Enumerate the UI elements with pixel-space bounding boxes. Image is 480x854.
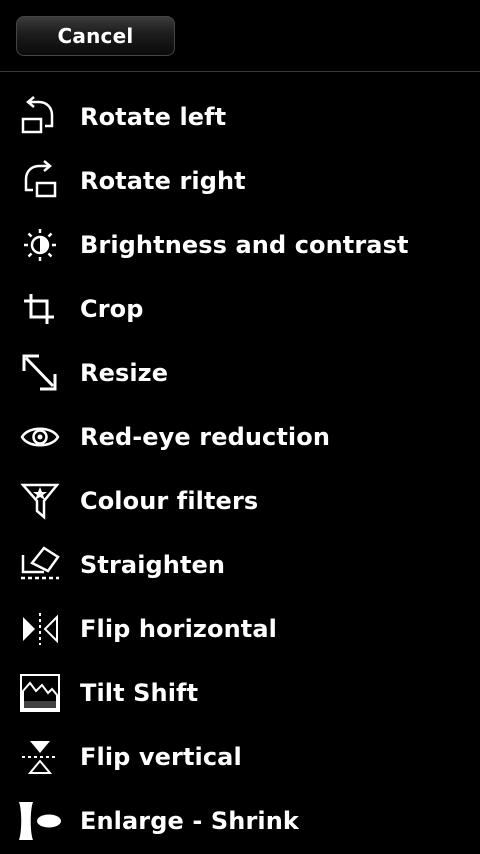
eye-icon [18,417,62,457]
cancel-button[interactable]: Cancel [16,16,175,56]
menu-item-label: Rotate right [80,167,246,195]
menu-item-flip-vertical[interactable]: Flip vertical [0,725,480,789]
straighten-icon [18,545,62,585]
menu-item-resize[interactable]: Resize [0,341,480,405]
flip-vertical-icon [18,737,62,777]
menu-item-label: Straighten [80,551,226,579]
menu-item-label: Colour filters [80,487,259,515]
rotate-left-icon [18,96,62,137]
menu-item-rotate-left[interactable]: Rotate left [0,85,480,149]
menu-item-red-eye[interactable]: Red-eye reduction [0,405,480,469]
menu-item-flip-horizontal[interactable]: Flip horizontal [0,597,480,661]
menu-item-label: Resize [80,359,169,387]
colour-filter-icon [18,481,62,521]
resize-icon [18,353,62,393]
menu-item-rotate-right[interactable]: Rotate right [0,149,480,213]
menu-item-enlarge-shrink[interactable]: Enlarge - Shrink [0,789,480,853]
rotate-right-icon [18,160,62,201]
menu-item-straighten[interactable]: Straighten [0,533,480,597]
edit-menu: Rotate left Rotate right Brightness and … [0,85,480,853]
enlarge-shrink-icon [18,801,62,841]
menu-item-label: Red-eye reduction [80,423,331,451]
flip-horizontal-icon [18,609,62,649]
menu-item-label: Crop [80,295,144,323]
menu-item-label: Tilt Shift [80,679,199,707]
header-divider [0,71,480,72]
crop-icon [18,289,62,329]
menu-item-label: Enlarge - Shrink [80,807,299,835]
menu-item-label: Rotate left [80,103,227,131]
menu-item-crop[interactable]: Crop [0,277,480,341]
brightness-icon [18,225,62,265]
header-bar: Cancel [0,0,480,71]
menu-item-brightness[interactable]: Brightness and contrast [0,213,480,277]
menu-item-label: Flip vertical [80,743,242,771]
tilt-shift-icon [18,673,62,713]
menu-item-label: Brightness and contrast [80,231,409,259]
menu-item-colour-filters[interactable]: Colour filters [0,469,480,533]
menu-item-tilt-shift[interactable]: Tilt Shift [0,661,480,725]
menu-item-label: Flip horizontal [80,615,277,643]
